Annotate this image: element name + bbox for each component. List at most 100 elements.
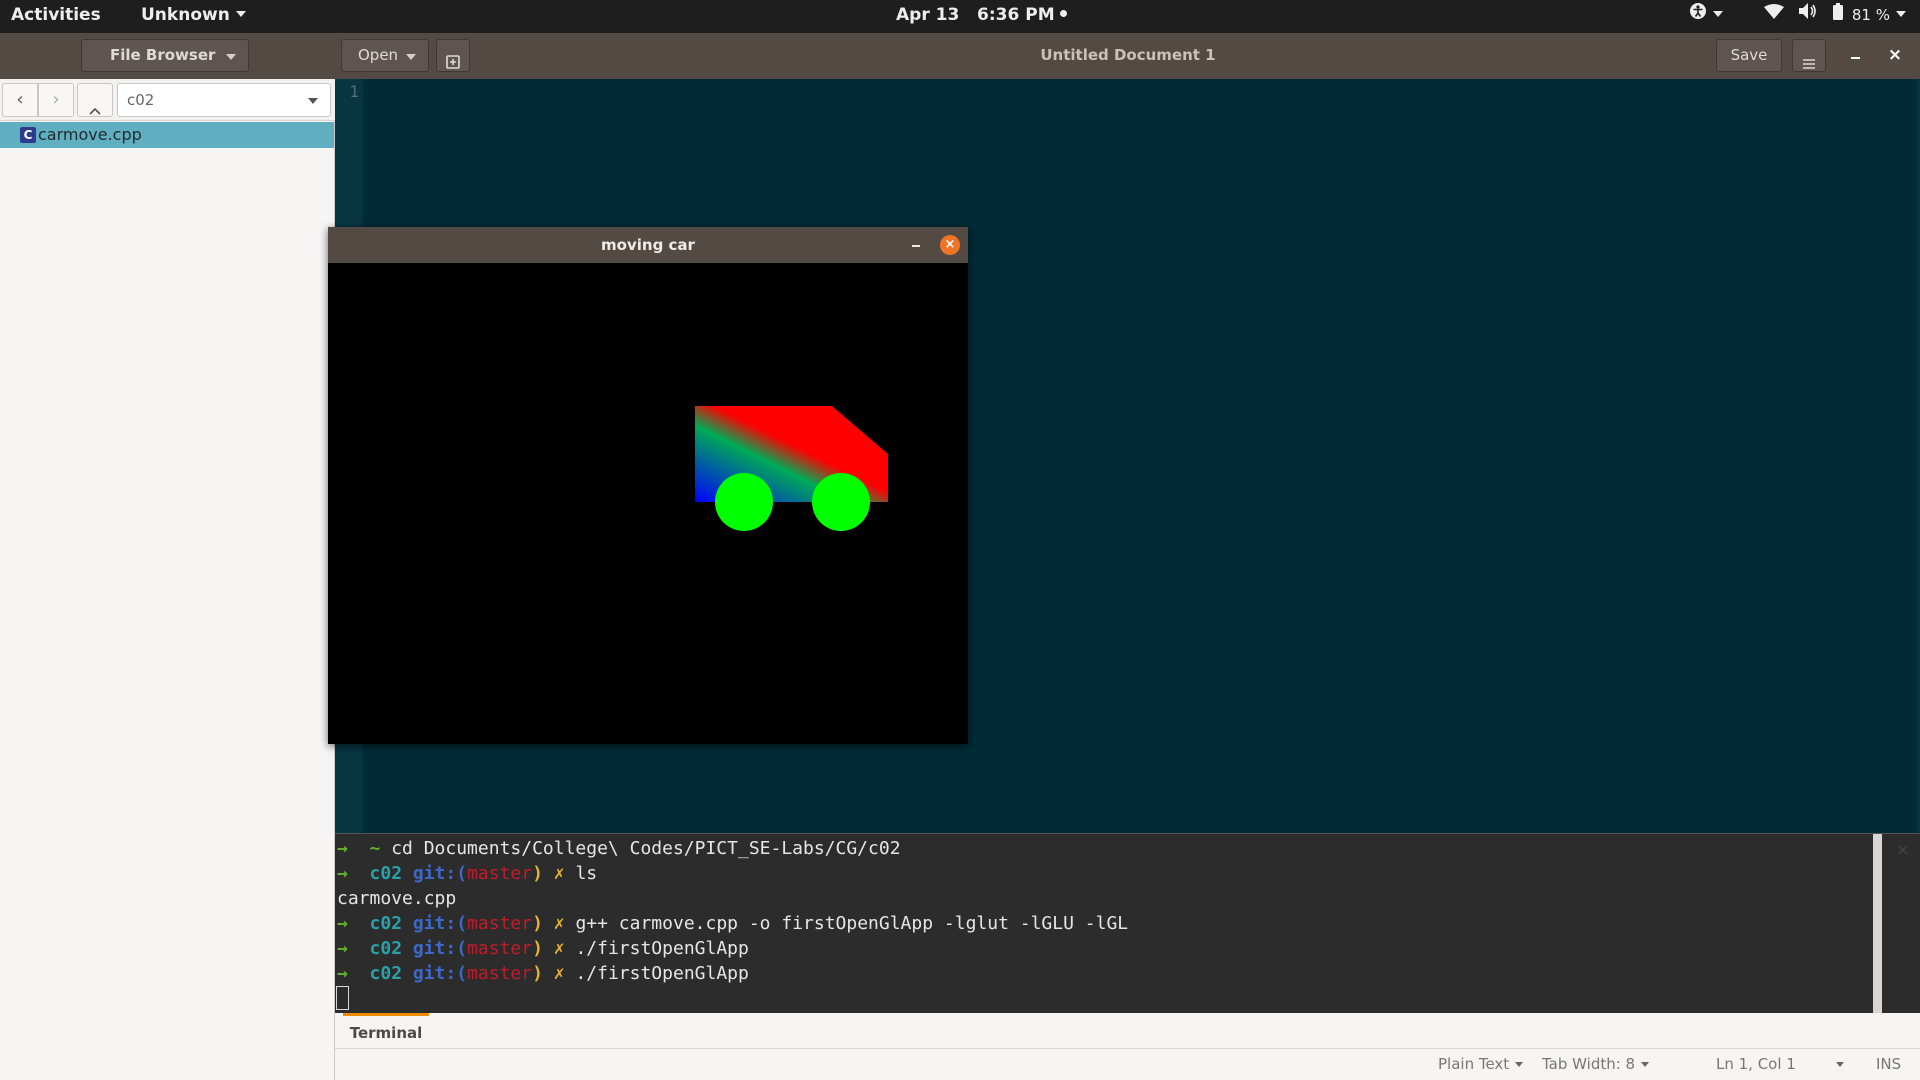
chevron-down-icon — [1896, 11, 1906, 17]
new-document-button[interactable] — [436, 39, 470, 72]
wifi-icon — [1763, 0, 1784, 31]
opengl-canvas[interactable] — [328, 263, 968, 744]
terminal-cmd: carmove.cpp — [337, 888, 457, 909]
notification-dot-icon — [1059, 10, 1067, 17]
car-wheel-front — [715, 473, 773, 531]
chevron-down-icon — [1836, 1062, 1844, 1067]
location-label: c02 — [127, 91, 155, 109]
chevron-right-icon: › — [52, 89, 60, 110]
open-label: Open — [358, 46, 399, 64]
terminal-cursor — [336, 986, 349, 1010]
activities-button[interactable]: Activities — [11, 0, 101, 33]
terminal-git: git:( — [412, 863, 468, 884]
chevron-down-icon — [1712, 11, 1723, 17]
terminal-line: → c02 git:(master) ✗ g++ carmove.cpp -o … — [337, 911, 1128, 936]
document-title: Untitled Document 1 — [1040, 46, 1216, 64]
terminal-line: → c02 git:(master) ✗ ./firstOpenGlApp — [337, 961, 1128, 986]
app-menu-label: Unknown — [141, 5, 230, 25]
terminal-git: git:( — [412, 938, 468, 959]
terminal-scrollbar[interactable] — [1873, 834, 1882, 1014]
app-menu-button[interactable]: Unknown — [141, 0, 246, 33]
battery-label: 81 % — [1851, 6, 1890, 24]
insert-mode-indicator: INS — [1876, 1055, 1902, 1073]
menu-button[interactable] — [1792, 39, 1826, 72]
cursor-position[interactable]: Ln 1, Col 1 — [1716, 1049, 1796, 1080]
file-list-item[interactable]: C carmove.cpp — [0, 122, 334, 148]
volume-icon — [1798, 0, 1818, 31]
terminal-cmd: ./firstOpenGlApp — [564, 963, 749, 984]
chevron-down-icon — [406, 54, 416, 60]
chevron-left-icon: ‹ — [16, 89, 24, 110]
minimize-icon — [1851, 57, 1860, 59]
terminal-output: → ~ cd Documents/College\ Codes/PICT_SE-… — [337, 836, 1128, 986]
system-menu-button[interactable]: 81 % — [1679, 0, 1906, 33]
forward-button[interactable]: › — [38, 83, 74, 117]
new-document-icon — [446, 49, 460, 80]
terminal-branch: master — [467, 963, 533, 984]
terminal-dir: c02 — [369, 963, 413, 984]
terminal-git: git:( — [412, 963, 468, 984]
open-button[interactable]: Open — [341, 39, 429, 72]
minimize-button[interactable] — [908, 237, 924, 253]
file-browser-toolbar: ‹ › c02 — [0, 79, 335, 121]
file-browser-panel: ‹ › c02 C carmove.cpp — [0, 79, 335, 1080]
file-browser-label: File Browser — [110, 46, 216, 64]
terminal-prompt: → ~ — [337, 838, 381, 859]
clock-button[interactable]: Apr 13 6:36 PM — [896, 0, 1067, 33]
terminal-prompt: → — [337, 938, 370, 959]
language-selector[interactable]: Plain Text — [1438, 1049, 1524, 1080]
line-number: 1 — [349, 82, 359, 101]
terminal-prompt: → — [337, 863, 370, 884]
terminal-cmd: g++ carmove.cpp -o firstOpenGlApp -lglut… — [564, 913, 1129, 934]
terminal-dir: c02 — [369, 938, 413, 959]
tab-width-selector[interactable]: Tab Width: 8 — [1542, 1049, 1650, 1080]
terminal-cmd: ./firstOpenGlApp — [564, 938, 749, 959]
terminal-line: → c02 git:(master) ✗ ls — [337, 861, 1128, 886]
cpp-file-icon: C — [20, 127, 36, 143]
position-menu-button[interactable] — [1830, 1049, 1844, 1080]
terminal-line: → ~ cd Documents/College\ Codes/PICT_SE-… — [337, 836, 1128, 861]
terminal-cmd: ls — [564, 863, 598, 884]
language-label: Plain Text — [1438, 1055, 1510, 1073]
editor-header-bar: File Browser Open Untitled Document 1 Sa… — [0, 33, 1920, 79]
terminal-x: ) ✗ — [532, 913, 565, 934]
location-dropdown[interactable]: c02 — [117, 83, 331, 117]
terminal-x: ) ✗ — [532, 963, 565, 984]
chevron-down-icon — [308, 98, 318, 104]
top-bar: Activities Unknown Apr 13 6:36 PM 81 % — [0, 0, 1920, 33]
save-button[interactable]: Save — [1716, 39, 1782, 72]
terminal-branch: master — [467, 913, 533, 934]
back-button[interactable]: ‹ — [2, 83, 38, 117]
file-browser-button[interactable]: File Browser — [81, 39, 249, 72]
terminal-branch: master — [467, 863, 533, 884]
car-wheel-rear — [812, 473, 870, 531]
tab-terminal[interactable]: Terminal — [343, 1013, 429, 1049]
parent-folder-button[interactable] — [77, 83, 113, 117]
chevron-down-icon — [1641, 1062, 1650, 1067]
minimize-button[interactable] — [1838, 39, 1872, 72]
window-title: moving car — [601, 236, 695, 254]
window-title-bar[interactable]: moving car × — [328, 227, 968, 263]
hamburger-icon — [1803, 50, 1815, 81]
terminal-line: → c02 git:(master) ✗ ./firstOpenGlApp — [337, 936, 1128, 961]
terminal-prompt: → — [337, 963, 370, 984]
terminal-prompt: → — [337, 913, 370, 934]
battery-icon — [1833, 0, 1844, 31]
terminal-cmd: cd Documents/College\ Codes/PICT_SE-Labs… — [380, 838, 901, 859]
status-bar: Plain Text Tab Width: 8 Ln 1, Col 1 INS — [335, 1049, 1920, 1080]
terminal-dir: c02 — [369, 863, 413, 884]
tab-width-label: Tab Width: 8 — [1542, 1055, 1636, 1073]
chevron-down-icon — [235, 11, 246, 17]
file-name: carmove.cpp — [38, 125, 142, 144]
close-panel-button[interactable]: × — [1893, 840, 1913, 860]
terminal-dir: c02 — [369, 913, 413, 934]
chevron-down-icon — [226, 54, 236, 60]
minimize-icon — [912, 245, 920, 247]
bottom-panel-tabs: Terminal — [335, 1013, 1920, 1049]
accessibility-icon — [1689, 0, 1707, 31]
moving-car-window[interactable]: moving car × — [328, 227, 968, 744]
close-window-button[interactable]: × — [1878, 39, 1912, 72]
terminal-panel[interactable]: → ~ cd Documents/College\ Codes/PICT_SE-… — [335, 833, 1920, 1014]
terminal-git: git:( — [412, 913, 468, 934]
close-window-button[interactable]: × — [940, 235, 960, 255]
